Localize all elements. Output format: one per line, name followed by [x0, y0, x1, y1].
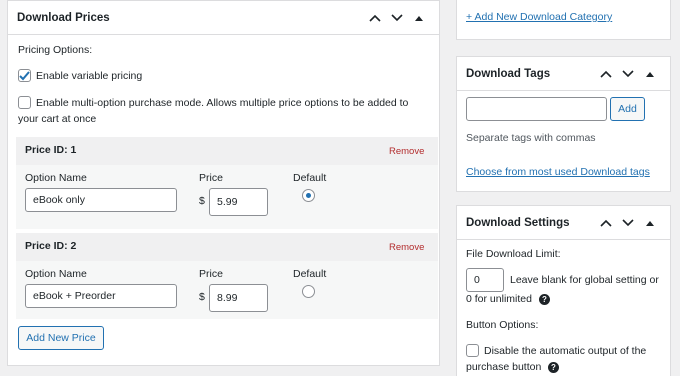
variable-pricing-label: Enable variable pricing: [36, 70, 143, 82]
chevron-down-icon: [622, 218, 634, 226]
toggle-panel-button[interactable]: [408, 7, 430, 29]
option-name-input[interactable]: eBook + Preorder: [25, 284, 177, 308]
download-prices-header: Download Prices: [8, 1, 439, 35]
price-row-id: Price ID: 2: [25, 240, 77, 252]
multi-option-label-line1: Enable multi-option purchase mode. Allow…: [36, 97, 409, 109]
variable-pricing-checkbox[interactable]: [18, 69, 31, 82]
leave-blank-hint-line1: Leave blank for global setting or: [510, 274, 659, 286]
add-new-price-button[interactable]: Add New Price: [18, 326, 104, 350]
download-tags-header: Download Tags: [457, 57, 670, 91]
default-label: Default: [293, 172, 327, 184]
radio-selected-dot: [306, 193, 311, 198]
file-download-limit-label: File Download Limit:: [466, 248, 561, 260]
chevron-up-icon: [369, 14, 381, 22]
price-label: Price: [199, 268, 223, 280]
triangle-up-icon: [415, 15, 423, 21]
move-down-button[interactable]: [617, 63, 639, 85]
file-download-limit-input[interactable]: 0: [466, 268, 504, 292]
move-down-button[interactable]: [386, 7, 408, 29]
default-price-radio[interactable]: [302, 285, 315, 298]
multi-option-label-line2: your cart at once: [18, 113, 97, 125]
price-label: Price: [199, 172, 223, 184]
default-label: Default: [293, 268, 327, 280]
option-name-input[interactable]: eBook only: [25, 188, 177, 212]
pricing-options-label: Pricing Options:: [18, 44, 93, 56]
disable-purchase-button-checkbox[interactable]: [466, 344, 479, 357]
triangle-up-icon: [646, 220, 654, 226]
download-tags-title: Download Tags: [466, 67, 551, 80]
move-up-button[interactable]: [364, 7, 386, 29]
download-categories-box: + Add New Download Category: [456, 0, 671, 40]
default-price-radio[interactable]: [302, 189, 315, 202]
option-name-label: Option Name: [25, 172, 87, 184]
disable-output-label-line2: purchase button: [466, 361, 542, 373]
help-icon[interactable]: ?: [548, 362, 559, 373]
choose-most-used-tags-link[interactable]: Choose from most used Download tags: [466, 166, 650, 178]
move-down-button[interactable]: [617, 212, 639, 234]
price-row-header: [16, 233, 438, 261]
move-up-button[interactable]: [595, 63, 617, 85]
leave-blank-hint-line2: 0 for unlimited: [466, 293, 532, 305]
help-icon[interactable]: ?: [539, 294, 550, 305]
chevron-up-icon: [600, 219, 612, 227]
chevron-up-icon: [600, 70, 612, 78]
download-settings-header: Download Settings: [457, 206, 670, 240]
currency-symbol: $: [199, 291, 205, 303]
chevron-down-icon: [622, 69, 634, 77]
price-input[interactable]: 5.99: [209, 188, 268, 216]
toggle-panel-button[interactable]: [639, 212, 661, 234]
separate-tags-hint: Separate tags with commas: [466, 132, 596, 144]
tag-input[interactable]: [466, 97, 607, 121]
download-settings-title: Download Settings: [466, 216, 570, 229]
download-prices-title: Download Prices: [17, 11, 110, 24]
download-settings-box: Download Settings File Download Limit: 0…: [456, 205, 671, 376]
currency-symbol: $: [199, 195, 205, 207]
multi-option-checkbox[interactable]: [18, 96, 31, 109]
download-tags-box: Download Tags Add Separate tags with com…: [456, 56, 671, 192]
remove-price-link[interactable]: Remove: [389, 242, 424, 253]
price-row-id: Price ID: 1: [25, 144, 77, 156]
option-name-label: Option Name: [25, 268, 87, 280]
download-prices-box: Download Prices Pricing Options: Enable …: [7, 0, 440, 366]
move-up-button[interactable]: [595, 212, 617, 234]
price-row-header: [16, 137, 438, 165]
price-input[interactable]: 8.99: [209, 284, 268, 312]
button-options-label: Button Options:: [466, 319, 539, 331]
disable-output-label-line1: Disable the automatic output of the: [484, 345, 647, 357]
add-tag-button[interactable]: Add: [610, 97, 645, 121]
chevron-down-icon: [391, 13, 403, 21]
triangle-up-icon: [646, 71, 654, 77]
toggle-panel-button[interactable]: [639, 63, 661, 85]
checkmark-icon: [19, 70, 30, 80]
remove-price-link[interactable]: Remove: [389, 146, 424, 157]
add-new-category-link[interactable]: + Add New Download Category: [466, 11, 612, 23]
